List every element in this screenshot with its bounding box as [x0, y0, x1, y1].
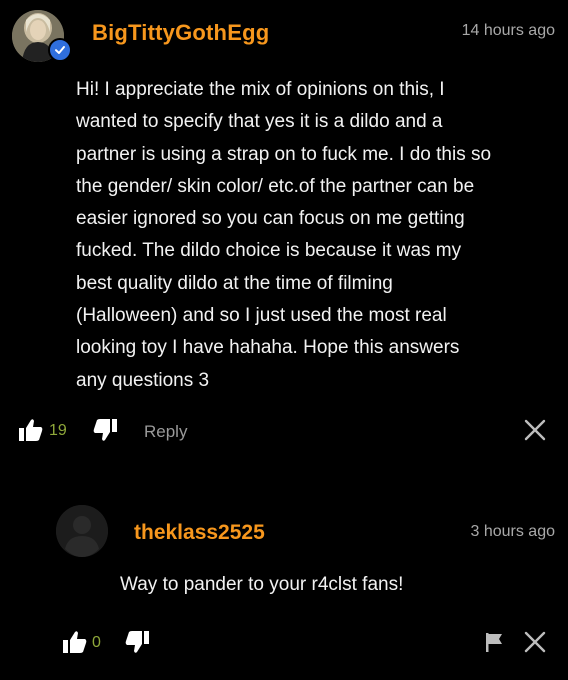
thumbs-down-icon[interactable]	[124, 630, 150, 654]
thumbs-up-icon[interactable]	[62, 630, 88, 654]
reply-actions: 0	[62, 628, 552, 658]
avatar[interactable]	[56, 505, 108, 557]
flag-icon[interactable]	[482, 630, 506, 654]
verified-check-icon	[48, 38, 72, 62]
like-count: 0	[92, 634, 101, 651]
close-icon[interactable]	[522, 629, 548, 655]
like-count: 19	[49, 422, 67, 439]
reply-text: Way to pander to your r4clst fans!	[120, 574, 404, 595]
reply-username[interactable]: theklass2525	[134, 521, 265, 545]
reply-timestamp: 3 hours ago	[470, 523, 555, 540]
comment-username[interactable]: BigTittyGothEgg	[92, 20, 269, 46]
reply-button[interactable]: Reply	[144, 422, 187, 442]
default-avatar-icon	[56, 505, 108, 557]
thumbs-up-icon[interactable]	[18, 418, 44, 442]
close-icon[interactable]	[522, 417, 548, 443]
comment-text: Hi! I appreciate the mix of opinions on …	[76, 79, 492, 391]
comment-timestamp: 14 hours ago	[461, 22, 555, 39]
comment-actions: 19 Reply	[18, 416, 558, 446]
thumbs-down-icon[interactable]	[92, 418, 118, 442]
